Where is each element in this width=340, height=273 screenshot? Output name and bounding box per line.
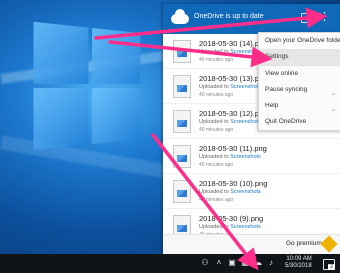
image-file-icon	[173, 145, 191, 168]
file-location: Uploaded to Screenshots	[199, 119, 261, 125]
more-options-icon[interactable]: ⋮	[319, 12, 330, 26]
file-name: 2018-05-30 (10).png	[199, 179, 268, 188]
menu-item-quit[interactable]: Quit OneDrive	[259, 114, 340, 130]
folder-link[interactable]: Screenshots	[230, 224, 261, 230]
chevron-up-icon[interactable]: ˄	[215, 259, 223, 267]
sync-status: OneDrive is up to date	[194, 13, 264, 20]
go-premium-bar[interactable]: Go premium	[163, 234, 340, 255]
folder-link[interactable]: Screenshots	[230, 49, 261, 55]
file-time: 40 minutes ago	[199, 127, 234, 133]
file-location: Uploaded to Screenshots	[199, 84, 261, 90]
image-file-icon	[173, 75, 191, 98]
image-file-icon	[173, 110, 191, 133]
file-time: 40 minutes ago	[199, 162, 234, 168]
diamond-icon	[320, 235, 338, 253]
image-file-icon	[173, 40, 191, 63]
onedrive-tray-icon[interactable]: ☁	[254, 259, 262, 267]
file-location: Uploaded to Screenshots	[199, 224, 261, 230]
onedrive-header: OneDrive is up to date ⋮	[163, 4, 340, 34]
folder-link[interactable]: Screenshots	[230, 84, 261, 90]
file-location: Uploaded to Screenshots	[199, 49, 261, 55]
file-time: 40 minutes ago	[199, 92, 234, 98]
file-location: Uploaded to Screenshots	[199, 189, 261, 195]
menu-item-view-online[interactable]: View online	[259, 66, 340, 82]
file-location: Uploaded to Screenshots	[199, 154, 261, 160]
taskbar: ⚇ ˄ ▣ ▦ ☁ ♪ 10:09 AM 5/30/2018 2	[0, 254, 340, 273]
menu-item-open-folder[interactable]: Open your OneDrive folder	[259, 33, 340, 49]
network-icon[interactable]: ▦	[241, 259, 249, 267]
folder-link[interactable]: Screenshots	[230, 189, 261, 195]
onedrive-cloud-icon	[171, 9, 189, 24]
menu-item-help[interactable]: Help ⌄	[259, 98, 340, 114]
folder-link[interactable]: Screenshots	[230, 154, 261, 160]
open-folder-icon[interactable]	[301, 13, 312, 23]
menu-item-pause-syncing[interactable]: Pause syncing ⌄	[259, 82, 340, 98]
file-name: 2018-05-30 (9).png	[199, 214, 264, 223]
menu-item-settings[interactable]: Settings	[259, 49, 340, 65]
file-time: 40 minutes ago	[199, 197, 234, 203]
image-file-icon	[173, 180, 191, 203]
clock-date: 5/30/2018	[285, 263, 312, 269]
notification-count-badge: 2	[328, 264, 335, 270]
clock[interactable]: 10:09 AM 5/30/2018	[285, 256, 312, 270]
tray-app-icon[interactable]: ▣	[228, 259, 236, 267]
people-icon[interactable]: ⚇	[201, 259, 209, 267]
file-row[interactable]: 2018-05-30 (11).png Uploaded to Screensh…	[163, 139, 340, 174]
file-row[interactable]: 2018-05-30 (10).png Uploaded to Screensh…	[163, 174, 340, 209]
go-premium-label: Go premium	[286, 240, 322, 247]
file-time: 40 minutes ago	[199, 57, 234, 63]
volume-icon[interactable]: ♪	[267, 259, 275, 267]
folder-link[interactable]: Screenshots	[230, 119, 261, 125]
clock-time: 10:09 AM	[286, 256, 312, 262]
windows-logo	[33, 21, 141, 154]
file-name: 2018-05-30 (11).png	[199, 144, 267, 153]
onedrive-context-menu: Open your OneDrive folder Settings View …	[258, 32, 340, 131]
